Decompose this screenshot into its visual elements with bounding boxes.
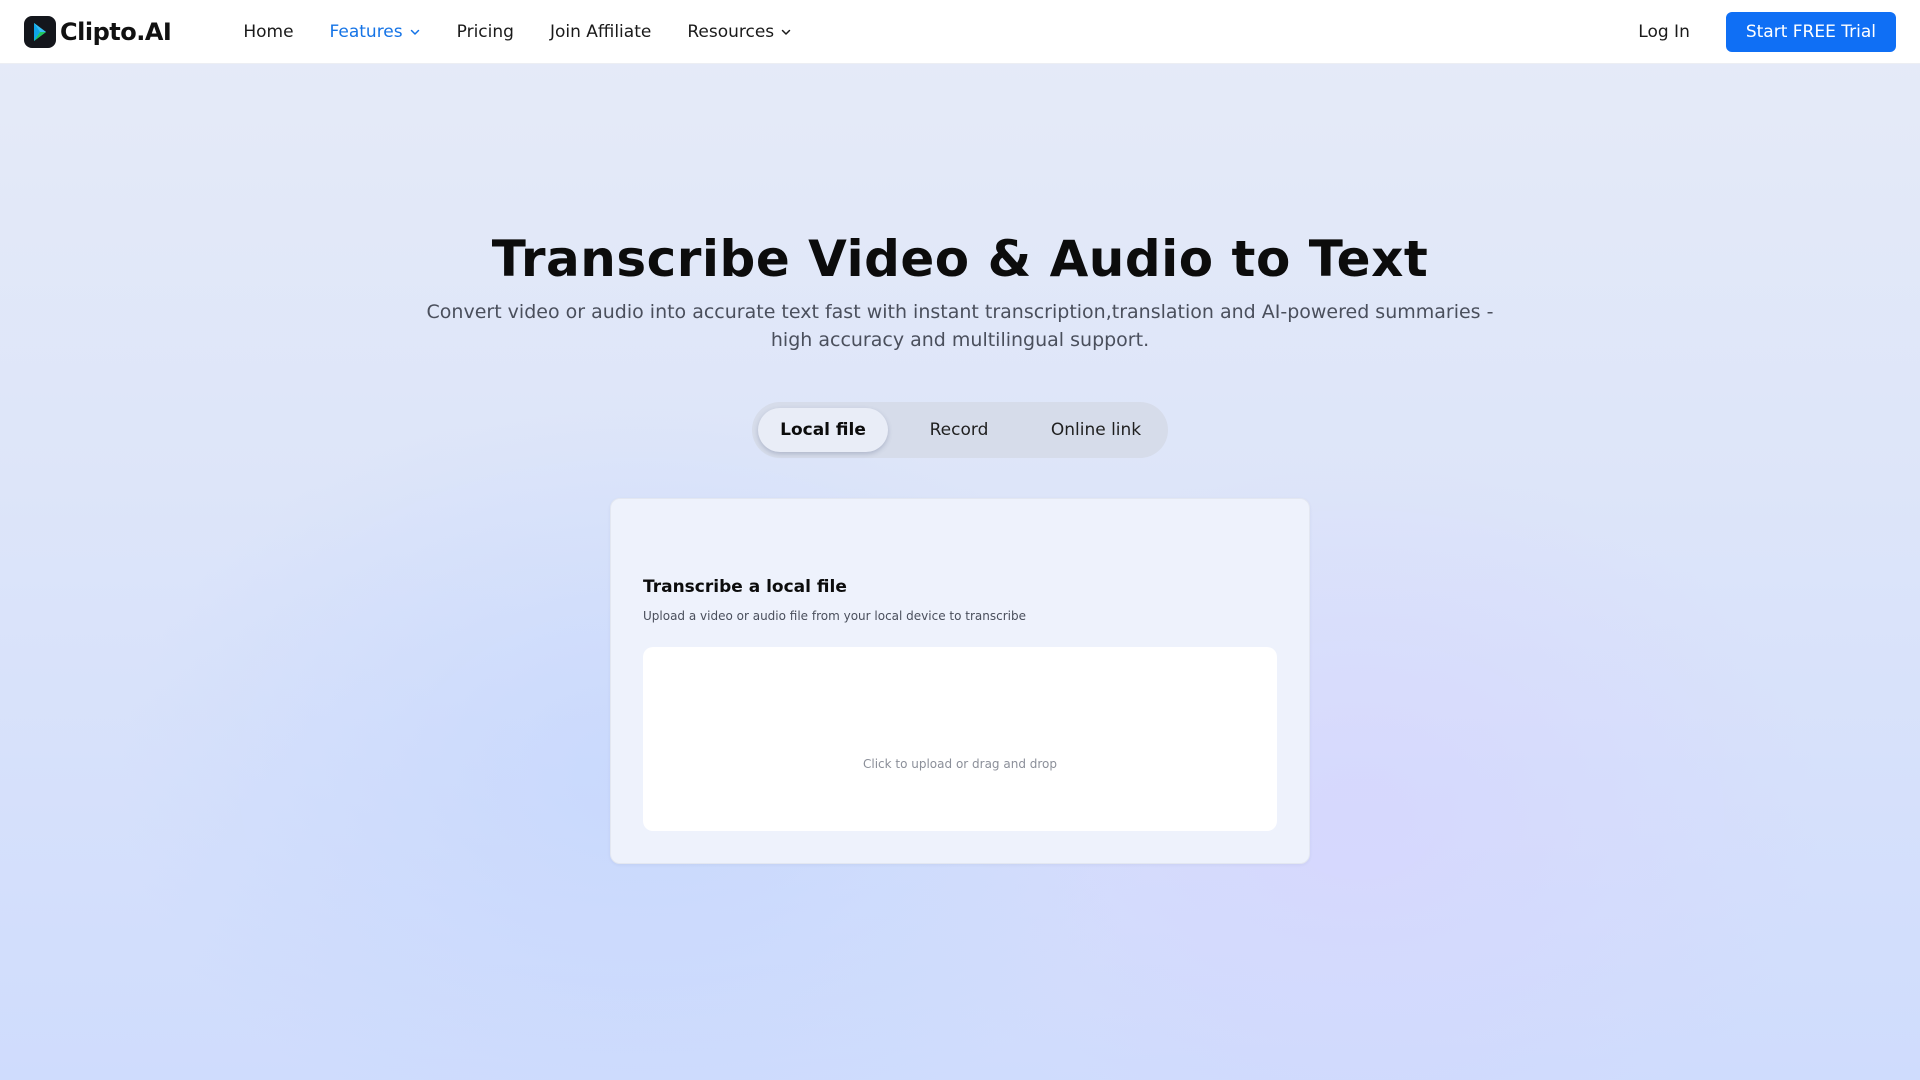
chevron-down-icon bbox=[781, 29, 791, 35]
nav-item-resources[interactable]: Resources bbox=[669, 0, 810, 64]
upload-card-description: Upload a video or audio file from your l… bbox=[643, 609, 1026, 623]
nav-actions: Log In Start FREE Trial bbox=[1638, 11, 1896, 52]
nav-item-join-affiliate[interactable]: Join Affiliate bbox=[532, 0, 669, 64]
upload-card-title: Transcribe a local file bbox=[643, 577, 847, 597]
upload-card: Transcribe a local file Upload a video o… bbox=[610, 498, 1310, 864]
source-tabs: Local file Record Online link bbox=[752, 402, 1168, 458]
nav-label-join-affiliate: Join Affiliate bbox=[549, 21, 652, 42]
brand-name: Clipto.AI bbox=[60, 17, 172, 46]
nav-label-resources: Resources bbox=[687, 21, 775, 42]
page-title: Transcribe Video & Audio to Text bbox=[491, 230, 1429, 288]
tab-online-link[interactable]: Online link bbox=[1030, 408, 1162, 452]
file-dropzone[interactable]: Click to upload or drag and drop bbox=[643, 647, 1277, 831]
dropzone-hint: Click to upload or drag and drop bbox=[862, 757, 1057, 771]
chevron-down-icon bbox=[410, 29, 419, 35]
nav-label-features: Features bbox=[329, 21, 403, 42]
tab-record[interactable]: Record bbox=[888, 408, 1030, 452]
nav-label-home: Home bbox=[243, 21, 294, 42]
start-free-trial-button[interactable]: Start FREE Trial bbox=[1725, 11, 1896, 52]
login-link[interactable]: Log In bbox=[1638, 22, 1690, 42]
main-nav: Home Features Pricing Join Affiliate Res… bbox=[225, 0, 810, 64]
tab-local-file[interactable]: Local file bbox=[758, 408, 888, 452]
clipto-logo-icon bbox=[24, 15, 56, 48]
nav-label-pricing: Pricing bbox=[456, 21, 514, 42]
brand-logo-link[interactable]: Clipto.AI bbox=[24, 15, 172, 48]
top-navbar: Clipto.AI Home Features Pricing Join Aff… bbox=[0, 0, 1920, 64]
nav-item-pricing[interactable]: Pricing bbox=[439, 0, 532, 64]
page-subtitle: Convert video or audio into accurate tex… bbox=[426, 301, 1494, 351]
nav-item-features[interactable]: Features bbox=[312, 0, 439, 64]
nav-item-home[interactable]: Home bbox=[225, 0, 311, 64]
